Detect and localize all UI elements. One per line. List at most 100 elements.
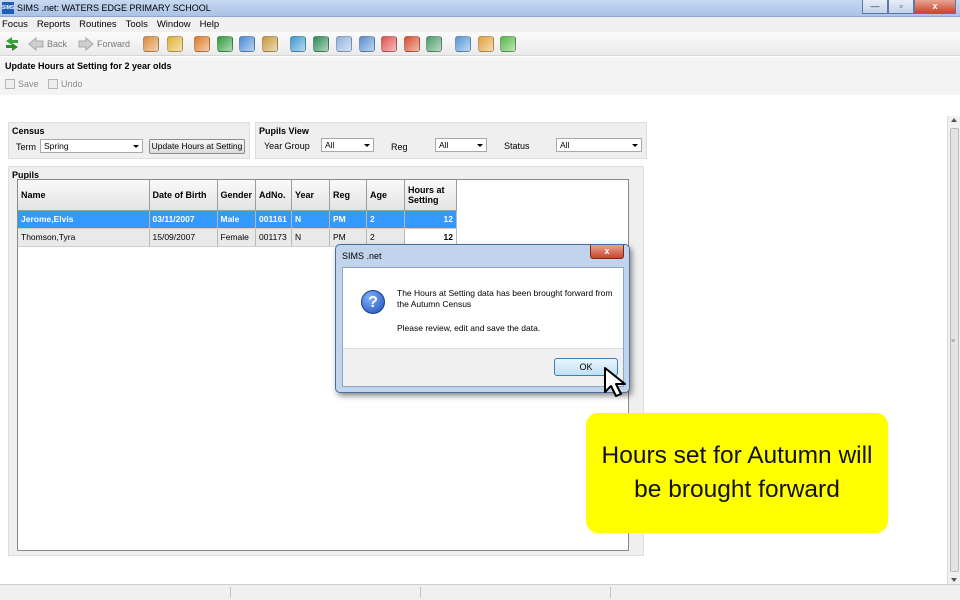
cell-age[interactable]: 2	[366, 210, 406, 229]
scroll-thumb[interactable]	[950, 128, 959, 572]
toolbar-module-icon[interactable]	[359, 36, 375, 52]
cell-name[interactable]: Jerome,Elvis	[18, 210, 150, 229]
toolbar-module-icon[interactable]	[262, 36, 278, 52]
undo-icon	[48, 79, 58, 89]
dropdown-arrow-icon	[632, 144, 638, 147]
status-divider	[610, 587, 611, 598]
message-dialog: SIMS .net x ? The Hours at Setting data …	[335, 244, 630, 393]
forward-arrow-icon	[78, 37, 94, 51]
page-title: Update Hours at Setting for 2 year olds	[5, 61, 172, 71]
refresh-button[interactable]	[4, 36, 23, 52]
col-gender[interactable]: Gender	[217, 180, 257, 211]
dialog-footer: OK	[343, 348, 623, 386]
col-adno[interactable]: AdNo.	[255, 180, 293, 211]
cell-adno[interactable]: 001161	[255, 210, 293, 229]
sims-app-icon: SIMS	[2, 2, 14, 14]
census-title: Census	[12, 126, 45, 136]
scroll-up-icon[interactable]	[951, 118, 957, 122]
cell-reg[interactable]: PM	[329, 210, 368, 229]
dialog-message: The Hours at Setting data has been broug…	[397, 288, 613, 309]
table-row[interactable]: Jerome,Elvis 03/11/2007 Male 001161 N PM…	[18, 210, 458, 229]
year-group-select[interactable]: All	[321, 138, 374, 152]
cell-dob[interactable]: 15/09/2007	[149, 228, 218, 247]
menu-reports[interactable]: Reports	[37, 17, 75, 32]
col-dob[interactable]: Date of Birth	[149, 180, 218, 211]
menu-tools[interactable]: Tools	[126, 17, 153, 32]
col-year[interactable]: Year	[291, 180, 331, 211]
window-title: SIMS .net: WATERS EDGE PRIMARY SCHOOL	[17, 3, 211, 13]
term-label: Term	[16, 142, 36, 152]
minimize-button[interactable]: —	[862, 0, 888, 14]
toolbar-module-icon[interactable]	[217, 36, 233, 52]
update-hours-button[interactable]: Update Hours at Setting	[149, 139, 245, 154]
toolbar: Back Forward	[0, 32, 960, 56]
status-divider	[420, 587, 421, 598]
toolbar-module-icon[interactable]	[313, 36, 329, 52]
callout-text: Hours set for Autumn will be brought for…	[601, 442, 873, 503]
toolbar-module-icon[interactable]	[404, 36, 420, 52]
menu-window[interactable]: Window	[157, 17, 196, 32]
toolbar-module-icon[interactable]	[426, 36, 442, 52]
vertical-scrollbar[interactable]: ≡	[947, 116, 960, 584]
toolbar-module-icon[interactable]	[290, 36, 306, 52]
col-reg[interactable]: Reg	[329, 180, 368, 211]
undo-label: Undo	[61, 79, 83, 89]
cell-year[interactable]: N	[291, 210, 331, 229]
toolbar-module-icon[interactable]	[336, 36, 352, 52]
table-header-row: Name Date of Birth Gender AdNo. Year Reg…	[18, 180, 458, 211]
status-label: Status	[504, 141, 530, 151]
dialog-title: SIMS .net	[342, 251, 382, 261]
save-disk-icon	[5, 79, 15, 89]
term-select[interactable]: Spring	[40, 139, 143, 153]
dialog-close-button[interactable]: x	[590, 245, 624, 259]
dialog-message-secondary: Please review, edit and save the data.	[397, 323, 541, 333]
toolbar-module-icon[interactable]	[143, 36, 159, 52]
mouse-pointer-icon	[604, 367, 626, 397]
cell-adno[interactable]: 001173	[255, 228, 293, 247]
toolbar-module-icon[interactable]	[478, 36, 494, 52]
grip-icon: ≡	[951, 338, 956, 345]
col-age[interactable]: Age	[366, 180, 406, 211]
dropdown-arrow-icon	[133, 145, 139, 148]
question-icon: ?	[361, 290, 385, 314]
cell-year[interactable]: N	[291, 228, 331, 247]
toolbar-module-icon[interactable]	[455, 36, 471, 52]
col-name[interactable]: Name	[18, 180, 150, 211]
menu-routines[interactable]: Routines	[79, 17, 122, 32]
reg-label: Reg	[391, 142, 408, 152]
toolbar-module-icon[interactable]	[167, 36, 183, 52]
year-group-label: Year Group	[264, 141, 310, 151]
status-select[interactable]: All	[556, 138, 642, 152]
close-window-button[interactable]: x	[914, 0, 956, 14]
maximize-button[interactable]: ▫	[888, 0, 914, 14]
status-bar	[0, 584, 960, 600]
scroll-down-icon[interactable]	[951, 578, 957, 582]
menu-focus[interactable]: Focus	[2, 17, 33, 32]
toolbar-module-icon[interactable]	[500, 36, 516, 52]
toolbar-module-icon[interactable]	[239, 36, 255, 52]
pupils-view-panel: Pupils View Year Group All Reg All Statu…	[255, 122, 647, 159]
back-label: Back	[47, 39, 68, 49]
window-controls: — ▫ x	[862, 0, 956, 14]
reg-select[interactable]: All	[435, 138, 487, 152]
menu-help[interactable]: Help	[200, 17, 225, 32]
back-button[interactable]: Back	[28, 36, 67, 52]
cell-gender[interactable]: Male	[217, 210, 257, 229]
cell-name[interactable]: Thomson,Tyra	[18, 228, 150, 247]
cell-hours[interactable]: 12	[404, 210, 458, 229]
cell-gender[interactable]: Female	[217, 228, 257, 247]
toolbar-module-icon[interactable]	[194, 36, 210, 52]
cell-dob[interactable]: 03/11/2007	[149, 210, 218, 229]
col-hours[interactable]: Hours at Setting	[404, 180, 458, 211]
save-label: Save	[18, 79, 39, 89]
save-button[interactable]: Save	[5, 79, 39, 89]
term-value: Spring	[44, 141, 69, 151]
toolbar-module-icon[interactable]	[381, 36, 397, 52]
undo-button[interactable]: Undo	[48, 79, 83, 89]
census-panel: Census Term Spring Update Hours at Setti…	[8, 122, 250, 159]
dropdown-arrow-icon	[364, 144, 370, 147]
callout-annotation: Hours set for Autumn will be brought for…	[586, 413, 888, 533]
year-group-value: All	[325, 140, 335, 150]
forward-button[interactable]: Forward	[78, 36, 130, 52]
pupils-table: Name Date of Birth Gender AdNo. Year Reg…	[18, 180, 458, 247]
